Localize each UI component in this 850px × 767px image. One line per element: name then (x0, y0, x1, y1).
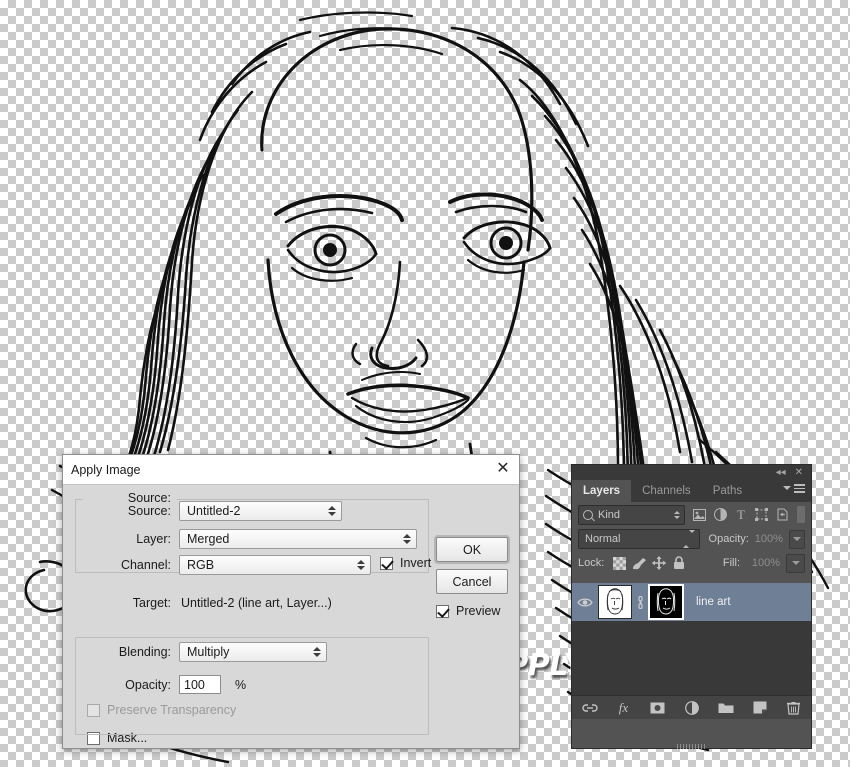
table-row[interactable]: line art (572, 583, 811, 621)
new-group-icon[interactable] (718, 700, 734, 716)
close-icon[interactable]: ✕ (795, 467, 803, 478)
apply-image-dialog: Apply Image ✕ Source: Source: Untitled-2… (62, 454, 520, 749)
lock-all-icon[interactable] (671, 555, 687, 571)
chevron-updown-icon (682, 530, 695, 548)
cancel-button-label: Cancel (452, 574, 492, 589)
filter-kind-dropdown[interactable]: Kind (578, 504, 686, 525)
panel-menu-icon[interactable] (783, 484, 805, 493)
layer-thumbnail[interactable] (598, 585, 632, 619)
tab-channels[interactable]: Channels (631, 480, 702, 502)
layer-filter-row: Kind T (572, 502, 811, 527)
panel-tabs: Layers Channels Paths (572, 480, 811, 502)
lock-label: Lock: (578, 557, 605, 569)
layer-mask-thumbnail[interactable] (648, 584, 684, 620)
target-value: Untitled-2 (line art, Layer...) (181, 596, 332, 610)
delete-layer-icon[interactable] (786, 700, 802, 716)
dialog-body: Source: Source: Untitled-2 Layer: Merged… (63, 485, 519, 748)
search-icon (583, 509, 593, 520)
adjustment-layer-filter-icon[interactable] (713, 507, 727, 522)
channel-label: Channel: (120, 558, 171, 572)
blend-mode-row: Normal Opacity: 100% (572, 527, 811, 551)
fill-label: Fill: (722, 557, 740, 569)
blend-mode-dropdown[interactable]: Normal (578, 529, 700, 549)
smart-object-filter-icon[interactable] (776, 507, 790, 522)
invert-checkbox-row[interactable]: Invert (380, 556, 431, 570)
chevron-updown-icon (356, 558, 365, 572)
link-mask-icon[interactable] (632, 595, 648, 609)
eye-icon[interactable] (572, 597, 598, 608)
opacity-value[interactable]: 100% (754, 531, 786, 548)
preview-checkbox[interactable] (436, 604, 449, 618)
fill-value[interactable]: 100% (745, 555, 783, 572)
layer-dropdown[interactable]: Merged (179, 529, 417, 549)
fill-slider-arrow[interactable] (786, 553, 805, 573)
lock-image-pixels-icon[interactable] (631, 555, 647, 571)
preview-row[interactable]: Preview (436, 604, 500, 618)
panel-bottom-toolbar: fx (572, 695, 811, 719)
tab-layers-label: Layers (583, 485, 621, 497)
layer-name[interactable]: line art (696, 596, 731, 608)
layer-styles-fx-icon[interactable]: fx (616, 700, 632, 716)
source-dropdown[interactable]: Untitled-2 (179, 501, 342, 521)
target-label: Target: (132, 596, 171, 610)
lock-transparency-icon[interactable] (611, 555, 627, 571)
panel-resize-grip[interactable] (676, 744, 707, 749)
preview-label: Preview (456, 604, 501, 618)
chevron-updown-icon (327, 504, 336, 518)
layer-label: Layer: (136, 532, 171, 546)
channel-dropdown[interactable]: RGB (179, 555, 371, 575)
panel-topbar: ◂◂ ✕ (572, 465, 811, 480)
dialog-titlebar[interactable]: Apply Image ✕ (63, 455, 519, 485)
dialog-title: Apply Image (71, 462, 141, 477)
chevron-updown-icon (674, 510, 681, 519)
blend-mode-value: Normal (585, 533, 621, 545)
new-layer-icon[interactable] (752, 700, 768, 716)
blending-group-box (75, 637, 429, 735)
ok-button[interactable]: OK (436, 537, 508, 562)
pixel-layer-filter-icon[interactable] (692, 507, 706, 522)
invert-label: Invert (400, 556, 432, 570)
type-layer-filter-icon[interactable]: T (734, 507, 748, 522)
link-layers-icon[interactable] (581, 700, 598, 716)
source-value: Untitled-2 (187, 504, 241, 518)
close-icon[interactable]: ✕ (491, 458, 515, 480)
shape-layer-filter-icon[interactable] (755, 507, 769, 522)
lock-position-icon[interactable] (651, 555, 667, 571)
chevron-updown-icon (402, 532, 411, 546)
layers-panel: ◂◂ ✕ Layers Channels Paths Kind T Normal… (571, 464, 812, 749)
source-label: Source: (127, 504, 171, 518)
layer-value: Merged (187, 532, 230, 546)
layer-list[interactable]: line art (572, 583, 811, 695)
collapse-double-arrow-icon[interactable]: ◂◂ (776, 467, 786, 478)
tab-channels-label: Channels (642, 485, 691, 497)
ok-button-label: OK (462, 542, 482, 557)
lock-row: Lock: Fill: 100% (572, 551, 811, 575)
tab-paths-label: Paths (712, 485, 743, 497)
add-layer-mask-icon[interactable] (650, 700, 666, 716)
new-adjustment-layer-icon[interactable] (684, 700, 700, 716)
channel-value: RGB (187, 558, 215, 572)
tab-layers[interactable]: Layers (572, 480, 632, 502)
cancel-button[interactable]: Cancel (436, 569, 508, 594)
opacity-slider-arrow[interactable] (788, 529, 805, 549)
invert-checkbox[interactable] (380, 556, 393, 570)
opacity-label: Opacity: (708, 533, 749, 545)
filter-kind-value: Kind (598, 508, 621, 521)
filter-enable-toggle[interactable] (796, 506, 805, 523)
tab-paths[interactable]: Paths (702, 480, 753, 502)
